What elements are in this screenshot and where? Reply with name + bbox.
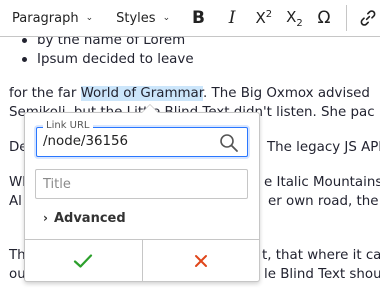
chevron-down-icon: ⌄ bbox=[85, 13, 94, 23]
heading-dropdown[interactable]: Paragraph ⌄ bbox=[12, 0, 93, 37]
chevron-right-icon: › bbox=[43, 211, 48, 225]
paragraph-fragment: e Italic Mountains bbox=[264, 175, 380, 190]
editor-toolbar: Paragraph ⌄ Styles ⌄ B I X2 X2 Ω bbox=[0, 0, 380, 37]
special-characters-icon: Ω bbox=[317, 8, 331, 28]
paragraph-fragment: The legacy JS API bbox=[267, 140, 380, 155]
bullet-list: by the name of Lorem Ipsum decided to le… bbox=[22, 37, 194, 69]
link-button[interactable] bbox=[355, 0, 380, 37]
styles-dropdown-label: Styles bbox=[116, 10, 156, 26]
text-run: for the far bbox=[9, 86, 81, 101]
chevron-down-icon: ⌄ bbox=[162, 13, 171, 23]
superscript-icon: X2 bbox=[255, 9, 273, 27]
advanced-toggle[interactable]: › Advanced bbox=[43, 208, 126, 228]
toolbar-separator bbox=[346, 5, 348, 31]
italic-button[interactable]: I bbox=[220, 0, 245, 37]
heading-dropdown-label: Paragraph bbox=[12, 10, 79, 26]
link-url-input[interactable]: Link URL /node/36156 bbox=[36, 120, 248, 157]
italic-icon: I bbox=[228, 8, 236, 28]
search-icon[interactable] bbox=[219, 133, 239, 153]
link-url-label: Link URL bbox=[43, 120, 93, 132]
paragraph-fragment: er own road, the L bbox=[268, 194, 380, 209]
link-form-balloon: Link URL /node/36156 Title › Advanced bbox=[24, 104, 260, 282]
balloon-actions bbox=[25, 239, 259, 281]
title-placeholder: Title bbox=[43, 177, 71, 192]
bold-button[interactable]: B bbox=[186, 0, 211, 37]
check-icon bbox=[74, 253, 93, 268]
link-url-value[interactable]: /node/36156 bbox=[43, 134, 128, 149]
subscript-icon: X2 bbox=[286, 7, 303, 29]
paragraph-fragment: t, that where it ca bbox=[262, 248, 380, 263]
link-title-input[interactable]: Title bbox=[35, 169, 248, 199]
text-run: . The Big Oxmox advised bbox=[203, 86, 370, 101]
paragraph-fragment: Al bbox=[9, 194, 22, 209]
list-item: by the name of Lorem bbox=[22, 37, 194, 50]
paragraph-fragment: le Blind Text shou bbox=[264, 267, 380, 282]
link-icon bbox=[360, 10, 376, 26]
superscript-button[interactable]: X2 bbox=[251, 0, 278, 37]
save-button[interactable] bbox=[25, 240, 142, 281]
close-icon bbox=[194, 254, 207, 267]
advanced-label: Advanced bbox=[53, 210, 126, 226]
balloon-arrow-fill bbox=[142, 105, 158, 113]
subscript-button[interactable]: X2 bbox=[281, 0, 308, 37]
special-characters-button[interactable]: Ω bbox=[312, 0, 337, 37]
styles-dropdown[interactable]: Styles ⌄ bbox=[116, 0, 170, 37]
cancel-button[interactable] bbox=[141, 240, 260, 281]
bold-icon: B bbox=[191, 8, 205, 28]
list-item: Ipsum decided to leave bbox=[22, 50, 194, 69]
paragraph: for the far World of Grammar. The Big Ox… bbox=[9, 84, 370, 103]
selected-link-text[interactable]: World of Grammar bbox=[80, 86, 204, 101]
